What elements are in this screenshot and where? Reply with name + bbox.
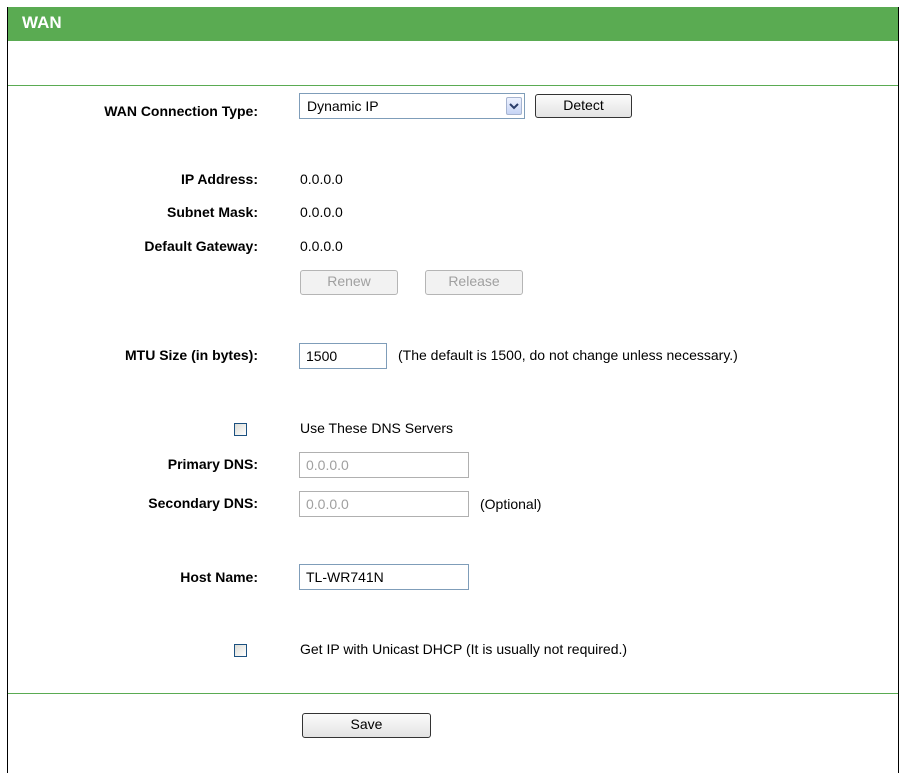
page-header: WAN (8, 7, 898, 41)
secondary-dns-input[interactable]: 0.0.0.0 (299, 491, 469, 517)
ip-address-value: 0.0.0.0 (300, 171, 343, 187)
chevron-down-icon[interactable] (506, 97, 522, 115)
connection-type-label: WAN Connection Type: (104, 103, 258, 119)
wan-settings-panel: WAN WAN Connection Type: Dynamic IP Dete… (7, 7, 899, 773)
secondary-dns-optional-note: (Optional) (480, 496, 542, 512)
use-dns-label: Use These DNS Servers (300, 420, 454, 436)
top-divider (8, 85, 898, 86)
renew-button[interactable]: Renew (300, 270, 398, 295)
unicast-dhcp-label: Get IP with Unicast DHCP (It is usually … (300, 641, 628, 657)
default-gateway-value: 0.0.0.0 (300, 238, 343, 254)
connection-type-value: Dynamic IP (307, 98, 379, 114)
subnet-mask-value: 0.0.0.0 (300, 204, 343, 220)
secondary-dns-label: Secondary DNS: (148, 495, 258, 511)
mtu-note: (The default is 1500, do not change unle… (398, 347, 738, 363)
bottom-divider (8, 693, 898, 694)
host-name-label: Host Name: (180, 569, 258, 585)
release-button[interactable]: Release (425, 270, 523, 295)
save-button[interactable]: Save (302, 713, 431, 738)
host-name-input[interactable]: TL-WR741N (299, 564, 469, 590)
page-title: WAN (22, 13, 62, 32)
mtu-input[interactable]: 1500 (299, 343, 387, 369)
primary-dns-label: Primary DNS: (167, 456, 258, 472)
unicast-dhcp-checkbox[interactable] (234, 644, 247, 657)
detect-button[interactable]: Detect (535, 94, 632, 118)
use-dns-checkbox[interactable] (234, 423, 247, 436)
mtu-label: MTU Size (in bytes): (124, 347, 258, 363)
subnet-mask-label: Subnet Mask: (166, 204, 258, 220)
ip-address-label: IP Address: (180, 171, 258, 187)
connection-type-select[interactable]: Dynamic IP (299, 93, 525, 119)
primary-dns-input[interactable]: 0.0.0.0 (299, 452, 469, 478)
default-gateway-label: Default Gateway: (144, 238, 258, 254)
